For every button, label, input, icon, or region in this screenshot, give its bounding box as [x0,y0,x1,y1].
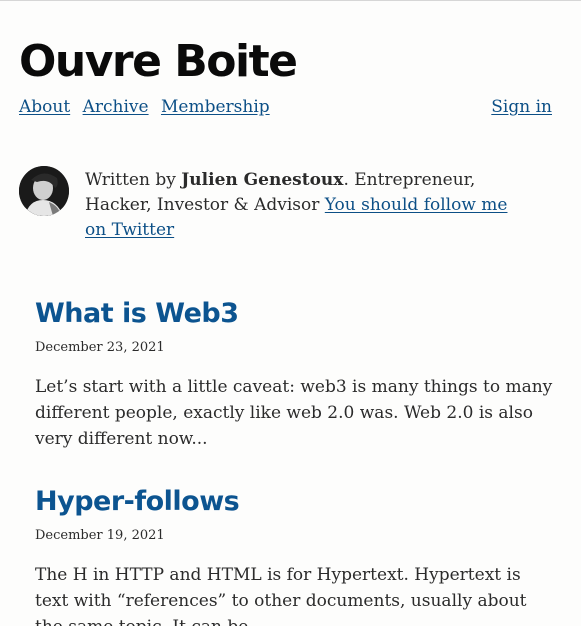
post-date: December 19, 2021 [35,528,165,543]
post-excerpt: Let’s start with a little caveat: web3 i… [35,377,553,449]
site-title[interactable]: Ouvre Boite [19,40,298,84]
author-text: Written by Julien Genestoux. Entrepreneu… [85,168,515,243]
post-date: December 23, 2021 [35,340,165,355]
author-bio: Written by Julien Genestoux. Entrepreneu… [19,166,539,240]
sign-in-link[interactable]: Sign in [491,96,552,118]
main-nav: About Archive Membership Sign in [19,96,552,118]
post-title-link[interactable]: Hyper-follows [35,486,555,518]
nav-link-archive[interactable]: Archive [83,97,149,117]
top-divider [0,0,581,1]
author-name: Julien Genestoux [181,170,344,190]
avatar [19,166,69,216]
nav-link-about[interactable]: About [19,97,70,117]
post-card: What is Web3 December 23, 2021 Let’s sta… [35,298,555,452]
nav-link-membership[interactable]: Membership [161,97,270,117]
author-prefix: Written by [85,170,182,190]
post-card: Hyper-follows December 19, 2021 The H in… [35,486,555,626]
avatar-photo-icon [19,166,69,216]
post-title-link[interactable]: What is Web3 [35,298,555,330]
post-excerpt: The H in HTTP and HTML is for Hypertext.… [35,565,527,626]
nav-links: About Archive Membership [19,97,277,117]
